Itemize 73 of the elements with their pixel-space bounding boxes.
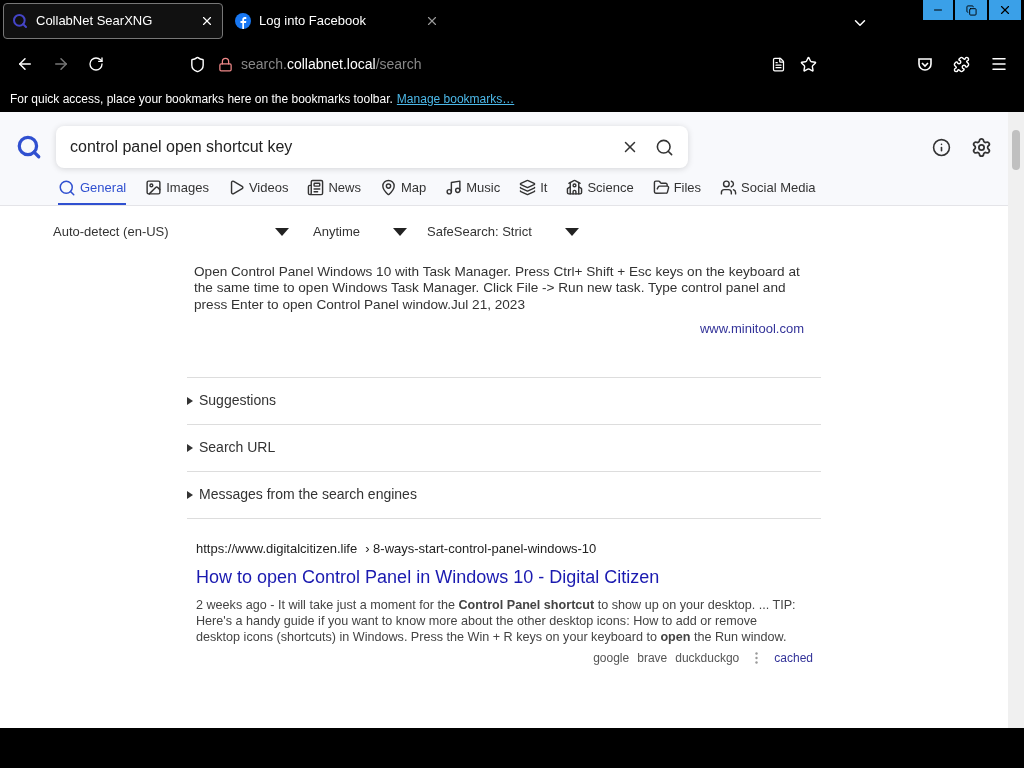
search-field[interactable]: control panel open shortcut key: [56, 126, 688, 168]
map-pin-icon: [379, 179, 397, 197]
search-icon[interactable]: [655, 137, 674, 157]
tab-title: Log into Facebook: [259, 12, 367, 31]
category-tab[interactable]: News: [307, 178, 361, 205]
result-snippet: 2 weeks ago - It will take just a moment for the Control Panel shortcut to show up on your desktop. ... TIP: Here's a handy guide if you want to know more about the other desktop icons: How to add or remove desktop icons (shortcuts) in Windows. Press the Win + R keys on your keyboard to open the Run window.: [196, 597, 797, 645]
tab-title: CollabNet SearXNG: [36, 12, 154, 31]
category-tab[interactable]: Music: [445, 178, 501, 205]
answer-source-link[interactable]: www.minitool.com: [699, 319, 804, 339]
close-icon: [998, 3, 1012, 17]
back-icon[interactable]: [16, 55, 34, 73]
disclosure-triangle-icon: [187, 396, 194, 405]
category-tab[interactable]: Social Media: [720, 178, 816, 205]
reload-icon[interactable]: [88, 56, 104, 72]
newspaper-icon: [307, 179, 325, 197]
filter-dropdown[interactable]: SafeSearch: Strict: [427, 221, 579, 242]
disclosure-triangle-icon: [187, 490, 194, 499]
engine-label: brave: [637, 650, 668, 667]
category-tab[interactable]: Files: [652, 178, 702, 205]
result-title-link[interactable]: How to open Control Panel in Windows 10 - Digital Citizen: [196, 564, 813, 591]
caret-icon: [275, 227, 289, 236]
category-tab[interactable]: General: [58, 178, 127, 205]
bookmarks-hint: For quick access, place your bookmarks here on the bookmarks toolbar.: [10, 91, 393, 108]
folder-icon: [652, 179, 670, 197]
collapsible-section[interactable]: Suggestions: [187, 377, 821, 425]
lock-icon[interactable]: [218, 56, 233, 72]
caret-icon: [393, 227, 407, 236]
search-icon: [12, 13, 28, 29]
manage-bookmarks-link[interactable]: Manage bookmarks…: [396, 90, 515, 108]
address-field[interactable]: search.collabnet.local/search: [241, 53, 771, 75]
more-icon: [755, 652, 759, 664]
layers-icon: [519, 179, 537, 197]
restore-icon: [965, 4, 977, 16]
browser-tab[interactable]: Log into Facebook: [227, 3, 447, 39]
search-icon: [58, 178, 76, 197]
engine-label: duckduckgo: [675, 650, 740, 667]
image-icon: [145, 179, 163, 197]
reader-view-icon[interactable]: [771, 56, 786, 72]
close-icon[interactable]: [425, 14, 439, 28]
settings-icon[interactable]: [971, 136, 992, 158]
category-tab[interactable]: It: [519, 178, 548, 205]
disclosure-triangle-icon: [187, 443, 194, 452]
filter-dropdown[interactable]: Auto-detect (en-US): [53, 221, 289, 242]
logo-icon: [16, 134, 42, 160]
puzzle-icon[interactable]: [953, 55, 970, 73]
people-icon: [720, 179, 738, 197]
close-icon[interactable]: [200, 14, 214, 28]
cached-link[interactable]: cached: [774, 649, 813, 667]
result-url: https://www.digitalcitizen.life: [196, 539, 358, 558]
music-note-icon: [445, 179, 463, 197]
category-tab[interactable]: Videos: [227, 178, 289, 205]
engine-label: google: [593, 650, 630, 667]
browser-tab[interactable]: CollabNet SearXNG: [3, 3, 223, 39]
category-tab[interactable]: Science: [566, 178, 634, 205]
facebook-icon: [235, 13, 251, 29]
info-icon[interactable]: [932, 137, 951, 157]
menu-icon[interactable]: [990, 55, 1008, 73]
pocket-icon[interactable]: [917, 56, 933, 72]
category-tab[interactable]: Map: [379, 178, 427, 205]
collapsible-section[interactable]: Search URL: [187, 424, 821, 472]
star-icon[interactable]: [800, 55, 817, 73]
answer-text: Open Control Panel Windows 10 with Task Manager. Press Ctrl+ Shift + Esc keys on the keyboard at the same time to open Windows Task Manager. Click File -> Run new task. Type control panel and press Enter to open Control Panel window.Jul 21, 2023: [194, 263, 801, 313]
restore-button[interactable]: [955, 0, 987, 20]
close-window-button[interactable]: [989, 0, 1021, 20]
caret-icon: [565, 227, 579, 236]
scrollbar[interactable]: [1008, 112, 1024, 728]
result-path: › 8-ways-start-control-panel-windows-10: [365, 539, 597, 558]
filter-dropdown[interactable]: Anytime: [313, 221, 407, 242]
minimize-button[interactable]: [923, 0, 953, 20]
collapsible-section[interactable]: Messages from the search engines: [187, 471, 821, 519]
category-tab[interactable]: Images: [145, 178, 209, 205]
forward-icon[interactable]: [52, 55, 70, 73]
shield-icon[interactable]: [189, 55, 206, 73]
